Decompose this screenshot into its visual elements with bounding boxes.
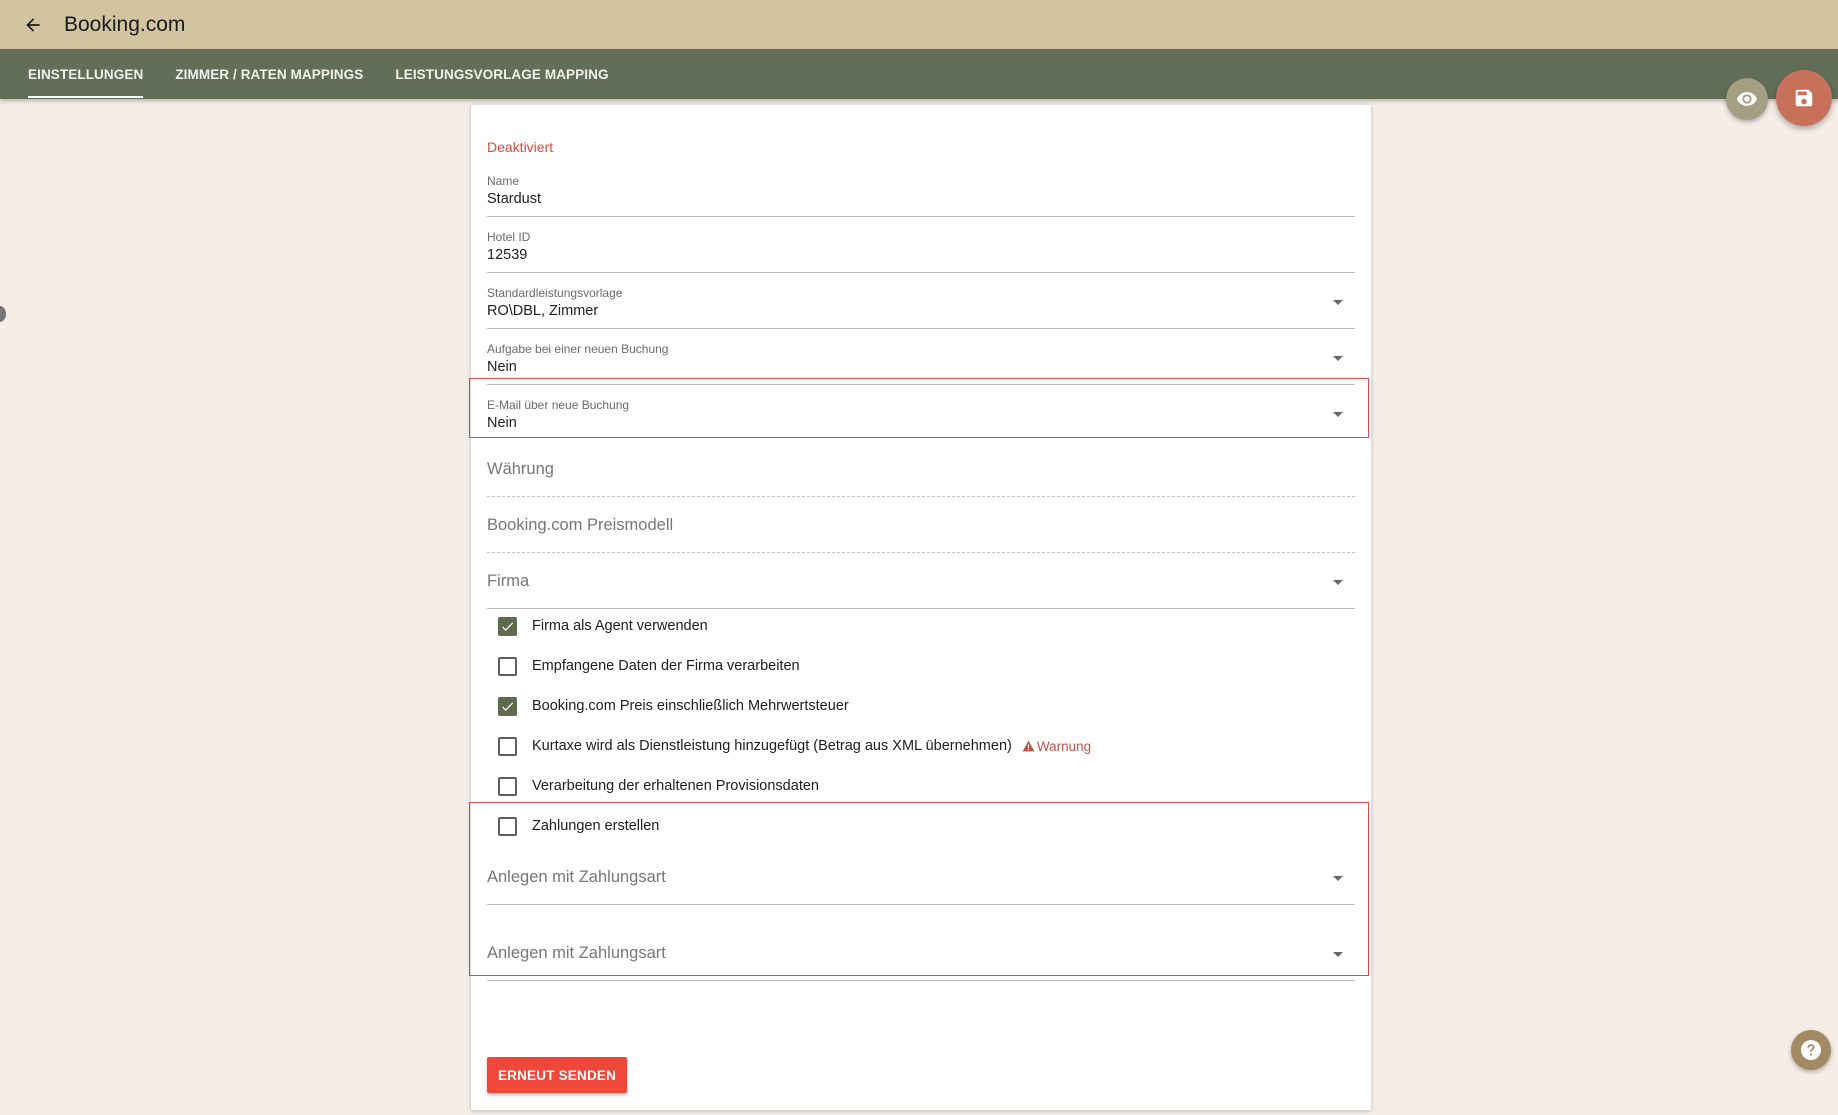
app-titlebar: Booking.com — [0, 0, 1838, 49]
dropdown-caret-icon — [1333, 356, 1343, 361]
payment-type-select-1[interactable]: Anlegen mit Zahlungsart — [487, 845, 1355, 905]
task-new-booking-value: Nein — [487, 359, 517, 375]
tab-zimmer-raten-mappings[interactable]: ZIMMER / RATEN MAPPINGS — [159, 49, 379, 99]
status-label: Deaktiviert — [487, 139, 554, 155]
checkbox-box[interactable] — [498, 616, 517, 636]
currency-placeholder: Währung — [487, 460, 554, 478]
name-value: Stardust — [487, 191, 541, 207]
checkbox-label: Zahlungen erstellen — [532, 818, 660, 834]
help-button[interactable] — [1791, 1030, 1831, 1070]
checkbox-box[interactable] — [498, 776, 517, 796]
checkbox-box[interactable] — [498, 736, 517, 756]
floppy-disk-icon — [1795, 89, 1813, 107]
checkbox-create-payments[interactable]: Zahlungen erstellen — [498, 814, 659, 838]
currency-field[interactable]: Währung — [487, 441, 1355, 497]
warning-link[interactable]: Warnung — [1022, 739, 1091, 754]
name-label: Name — [487, 174, 520, 188]
tab-leistungsvorlage-mapping[interactable]: LEISTUNGSVORLAGE MAPPING — [379, 49, 624, 99]
save-button[interactable] — [1776, 70, 1832, 126]
dropdown-caret-icon — [1333, 876, 1343, 881]
checkbox-process-company-data[interactable]: Empfangene Daten der Firma verarbeiten — [498, 654, 800, 678]
dropdown-caret-icon — [1333, 952, 1343, 957]
name-field[interactable]: Name Stardust — [487, 161, 1355, 217]
dropdown-caret-icon — [1333, 412, 1343, 417]
warning-triangle-icon — [1022, 740, 1035, 752]
price-model-placeholder: Booking.com Preismodell — [487, 516, 674, 534]
checkbox-label: Booking.com Preis einschließlich Mehrwer… — [532, 698, 849, 714]
settings-card: Deaktiviert Name Stardust Hotel ID 12539… — [471, 105, 1371, 1110]
checkbox-box[interactable] — [498, 656, 517, 676]
checkbox-label: Verarbeitung der erhaltenen Provisionsda… — [532, 778, 819, 794]
tab-bar: EINSTELLUNGEN ZIMMER / RATEN MAPPINGS LE… — [0, 49, 1838, 99]
company-select[interactable]: Firma — [487, 553, 1355, 609]
eye-icon — [1736, 92, 1758, 106]
app-title: Booking.com — [64, 12, 186, 36]
warning-text: Warnung — [1036, 738, 1092, 754]
task-new-booking-select[interactable]: Aufgabe bei einer neuen Buchung Nein — [487, 329, 1355, 385]
hotel-id-label: Hotel ID — [487, 230, 531, 244]
question-icon — [1801, 1040, 1821, 1060]
checkbox-tourist-tax-service[interactable]: Kurtaxe wird als Dienstleistung hinzugef… — [498, 734, 1091, 758]
checkbox-box[interactable] — [498, 696, 517, 716]
hotel-id-field[interactable]: Hotel ID 12539 — [487, 217, 1355, 273]
check-icon — [502, 622, 514, 631]
preview-button[interactable] — [1726, 78, 1768, 120]
side-drawer-handle[interactable] — [0, 306, 6, 322]
checkbox-company-as-agent[interactable]: Firma als Agent verwenden — [498, 614, 708, 638]
checkbox-commission-data[interactable]: Verarbeitung der erhaltenen Provisionsda… — [498, 774, 819, 798]
email-new-booking-value: Nein — [487, 415, 517, 431]
email-new-booking-select[interactable]: E-Mail über neue Buchung Nein — [487, 385, 1355, 441]
payment-type-select-2[interactable]: Anlegen mit Zahlungsart — [487, 921, 1355, 981]
tab-einstellungen[interactable]: EINSTELLUNGEN — [12, 49, 159, 99]
check-icon — [502, 702, 514, 711]
resend-button[interactable]: ERNEUT SENDEN — [487, 1057, 627, 1093]
payment-type-placeholder: Anlegen mit Zahlungsart — [487, 944, 666, 962]
checkbox-label: Firma als Agent verwenden — [532, 618, 708, 634]
default-template-value: RO\DBL, Zimmer — [487, 303, 599, 319]
dropdown-caret-icon — [1333, 580, 1343, 585]
arrow-left-icon — [26, 17, 40, 32]
checkbox-box[interactable] — [498, 816, 517, 836]
payment-type-placeholder: Anlegen mit Zahlungsart — [487, 868, 666, 886]
back-button[interactable] — [16, 8, 50, 42]
company-placeholder: Firma — [487, 572, 530, 590]
checkbox-label: Kurtaxe wird als Dienstleistung hinzugef… — [532, 738, 1012, 754]
hotel-id-value: 12539 — [487, 247, 528, 263]
default-template-label: Standardleistungsvorlage — [487, 286, 623, 300]
email-new-booking-label: E-Mail über neue Buchung — [487, 398, 630, 412]
dropdown-caret-icon — [1333, 300, 1343, 305]
checkbox-label: Empfangene Daten der Firma verarbeiten — [532, 658, 800, 674]
task-new-booking-label: Aufgabe bei einer neuen Buchung — [487, 342, 669, 356]
checkbox-price-incl-vat[interactable]: Booking.com Preis einschließlich Mehrwer… — [498, 694, 849, 718]
price-model-field[interactable]: Booking.com Preismodell — [487, 497, 1355, 553]
default-template-select[interactable]: Standardleistungsvorlage RO\DBL, Zimmer — [487, 273, 1355, 329]
